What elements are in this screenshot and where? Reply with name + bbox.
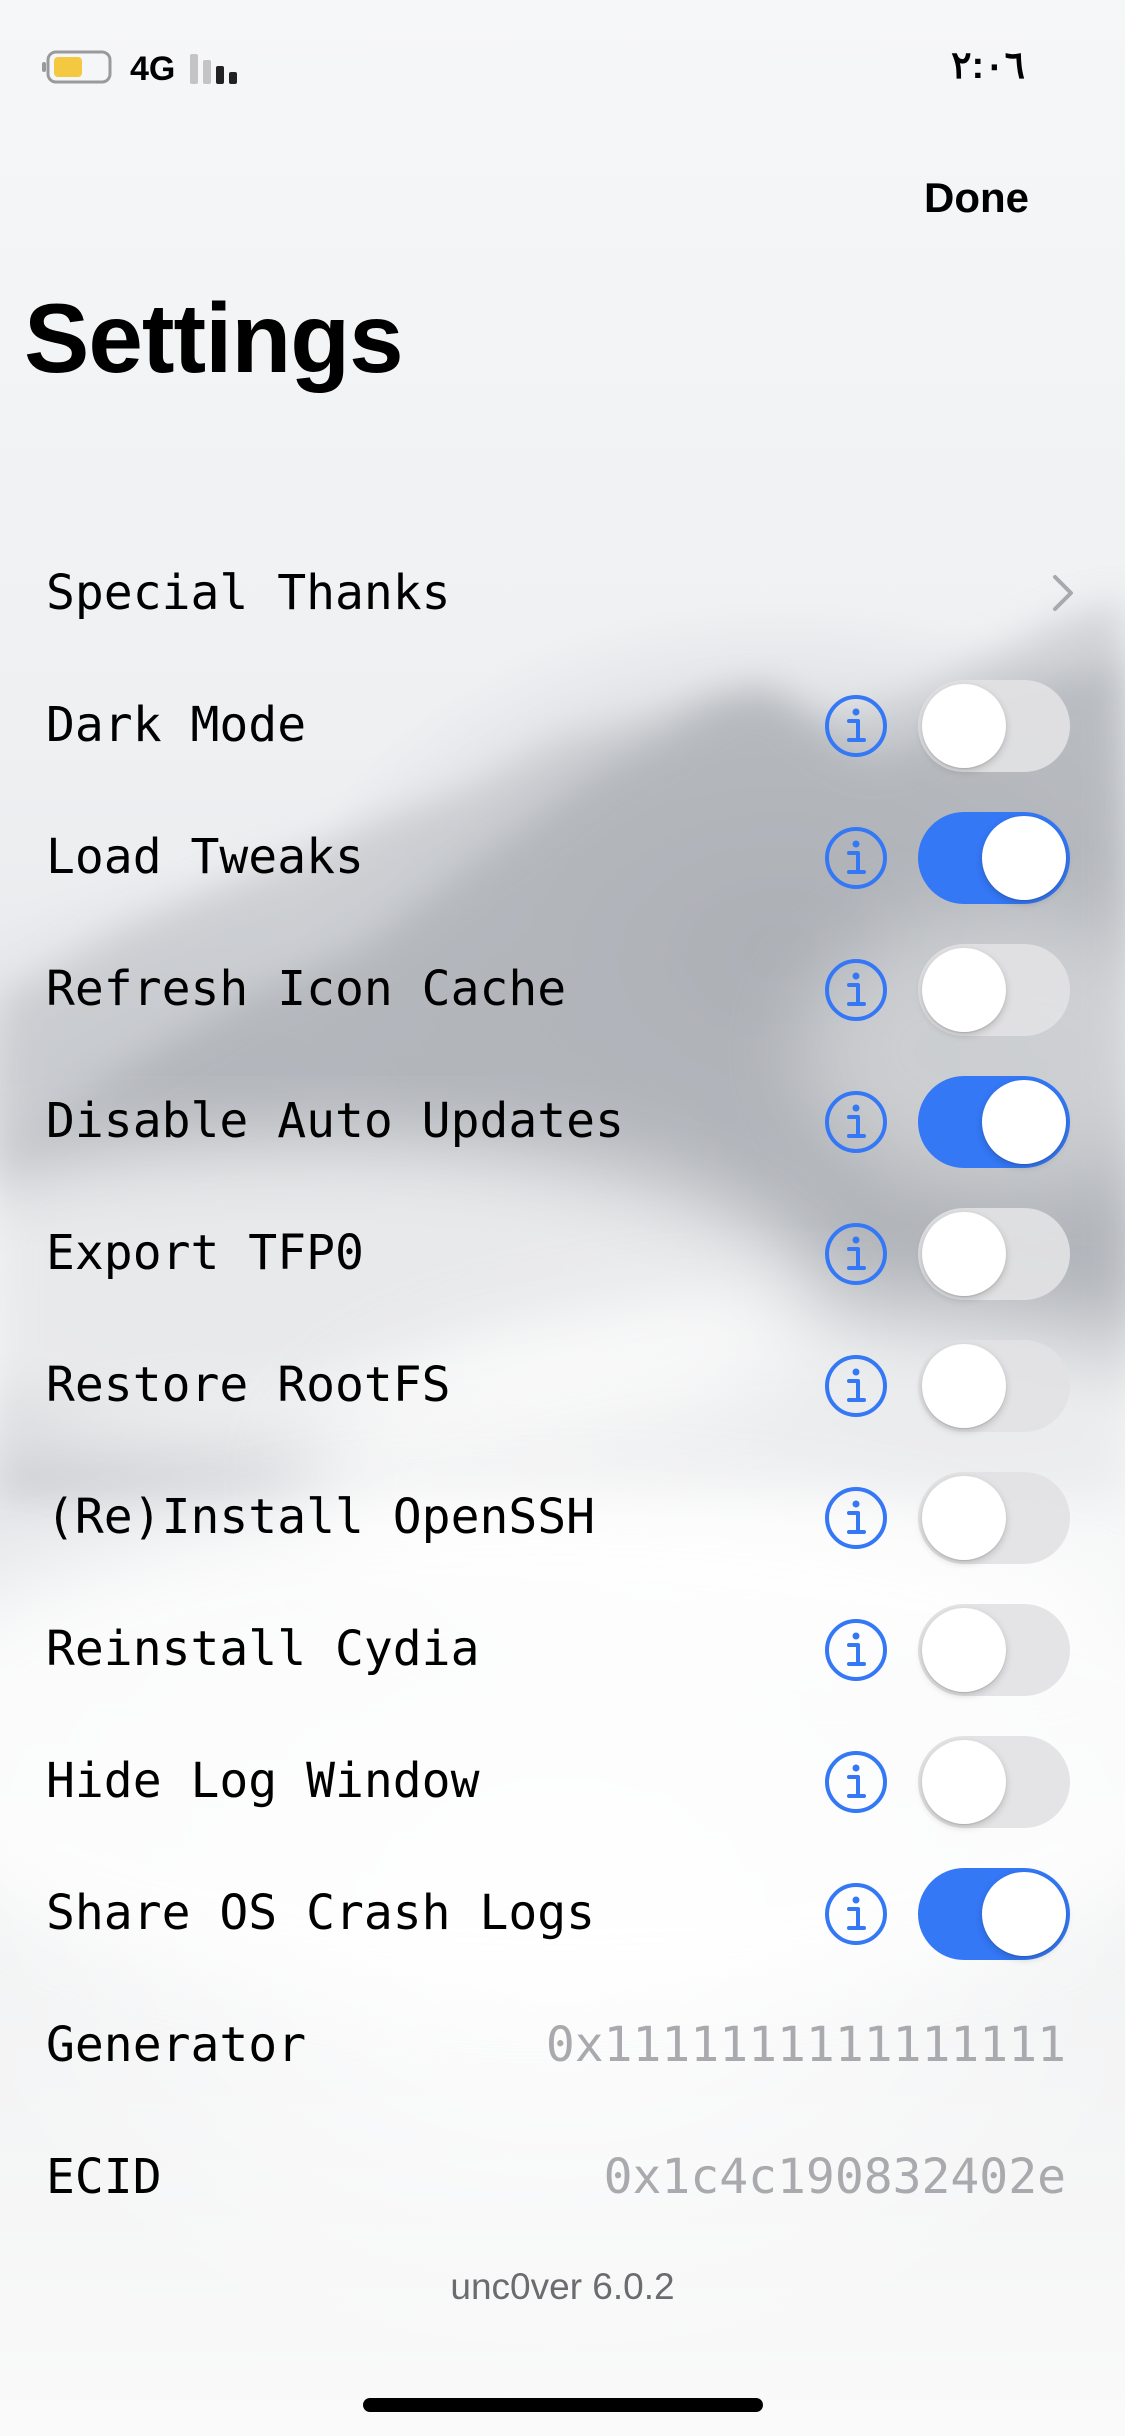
row-label: (Re)Install OpenSSH (46, 1489, 596, 1545)
info-circle-icon[interactable] (824, 1222, 888, 1286)
toggle-knob (982, 1872, 1066, 1956)
info-circle-icon[interactable] (824, 1750, 888, 1814)
toggle-knob (922, 1740, 1006, 1824)
settings-list: Special Thanks Dark Mode Load Tweaks Ref… (0, 527, 1125, 2243)
toggle-knob (982, 1080, 1066, 1164)
chevron-right-icon (1053, 575, 1073, 611)
row-label: ECID (46, 2149, 162, 2205)
info-circle-icon[interactable] (824, 1486, 888, 1550)
info-circle-icon[interactable] (824, 1882, 888, 1946)
row-share-os-crash-logs: Share OS Crash Logs (0, 1847, 1125, 1979)
row-generator[interactable]: Generator 0x1111111111111111 (0, 1979, 1125, 2111)
home-indicator[interactable] (363, 2398, 763, 2412)
row-refresh-icon-cache: Refresh Icon Cache (0, 923, 1125, 1055)
dark-mode-toggle[interactable] (918, 680, 1070, 772)
status-time: ٢:٠٦ (951, 45, 1025, 87)
row-reinstall-cydia: Reinstall Cydia (0, 1583, 1125, 1715)
restore-rootfs-toggle[interactable] (918, 1340, 1070, 1432)
toggle-knob (922, 1344, 1006, 1428)
row-label: Dark Mode (46, 697, 307, 753)
row-dark-mode: Dark Mode (0, 659, 1125, 791)
row-special-thanks[interactable]: Special Thanks (0, 527, 1125, 659)
row-label: Export TFP0 (46, 1225, 364, 1281)
reinstall-openssh-toggle[interactable] (918, 1472, 1070, 1564)
refresh-icon-cache-toggle[interactable] (918, 944, 1070, 1036)
toggle-knob (922, 1212, 1006, 1296)
row-label: Refresh Icon Cache (46, 961, 567, 1017)
info-circle-icon[interactable] (824, 826, 888, 890)
network-type-label: 4G (130, 50, 176, 88)
ecid-value: 0x1c4c190832402e (603, 2149, 1066, 2205)
cellular-signal-icon (190, 54, 237, 84)
disable-auto-updates-toggle[interactable] (918, 1076, 1070, 1168)
row-label: Generator (46, 2017, 307, 2073)
share-os-crash-logs-toggle[interactable] (918, 1868, 1070, 1960)
toggle-knob (922, 1476, 1006, 1560)
export-tfp0-toggle[interactable] (918, 1208, 1070, 1300)
done-button[interactable]: Done (924, 170, 1029, 226)
row-restore-rootfs: Restore RootFS (0, 1319, 1125, 1451)
row-ecid: ECID 0x1c4c190832402e (0, 2111, 1125, 2243)
reinstall-cydia-toggle[interactable] (918, 1604, 1070, 1696)
battery-icon (42, 50, 112, 84)
row-export-tfp0: Export TFP0 (0, 1187, 1125, 1319)
row-disable-auto-updates: Disable Auto Updates (0, 1055, 1125, 1187)
row-reinstall-openssh: (Re)Install OpenSSH (0, 1451, 1125, 1583)
row-label: Reinstall Cydia (46, 1621, 480, 1677)
info-circle-icon[interactable] (824, 1354, 888, 1418)
row-label: Restore RootFS (46, 1357, 451, 1413)
row-label: Disable Auto Updates (46, 1093, 624, 1149)
row-label: Load Tweaks (46, 829, 364, 885)
version-label: unc0ver 6.0.2 (450, 2266, 675, 2307)
info-circle-icon[interactable] (824, 1090, 888, 1154)
page-title: Settings (24, 283, 404, 393)
row-hide-log-window: Hide Log Window (0, 1715, 1125, 1847)
row-label: Hide Log Window (46, 1753, 480, 1809)
toggle-knob (922, 948, 1006, 1032)
row-load-tweaks: Load Tweaks (0, 791, 1125, 923)
generator-value[interactable]: 0x1111111111111111 (546, 1979, 1066, 2111)
info-circle-icon[interactable] (824, 958, 888, 1022)
toggle-knob (922, 684, 1006, 768)
toggle-knob (982, 816, 1066, 900)
info-circle-icon[interactable] (824, 694, 888, 758)
toggle-knob (922, 1608, 1006, 1692)
status-bar: 4G ٢:٠٦ (0, 0, 1125, 140)
load-tweaks-toggle[interactable] (918, 812, 1070, 904)
hide-log-window-toggle[interactable] (918, 1736, 1070, 1828)
row-label: Share OS Crash Logs (46, 1885, 596, 1941)
info-circle-icon[interactable] (824, 1618, 888, 1682)
row-label: Special Thanks (46, 565, 451, 621)
